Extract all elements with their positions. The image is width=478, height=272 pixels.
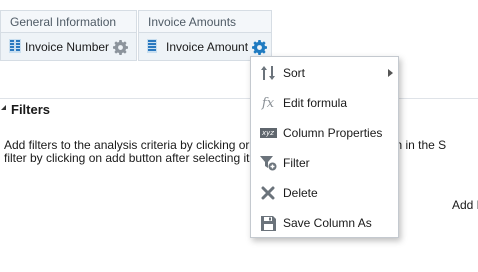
menu-item-label: Filter <box>283 156 310 170</box>
collapse-triangle-icon[interactable] <box>1 105 6 110</box>
column-properties-xyz-icon: xyz <box>258 123 278 143</box>
menu-item-save-column-as[interactable]: Save Column As <box>251 208 398 238</box>
filters-section-header[interactable]: Filters <box>0 98 478 120</box>
criteria-group-general-information: General Information Invoice Number <box>0 10 137 61</box>
criteria-column-invoice-number[interactable]: Invoice Number <box>9 38 129 56</box>
sort-icon <box>258 63 278 83</box>
criteria-column-label: Invoice Amount <box>166 40 249 54</box>
menu-item-label: Delete <box>283 186 318 200</box>
filters-title: Filters <box>11 102 51 117</box>
criteria-group-header: Invoice Amounts <box>139 11 271 33</box>
filters-help-line-2: filter by clicking on add button after s… <box>4 151 250 165</box>
menu-item-filter[interactable]: Filter <box>251 148 398 178</box>
gear-icon[interactable] <box>113 39 129 55</box>
measure-column-icon <box>147 38 157 56</box>
measure-column-icon <box>9 38 21 56</box>
criteria-column-label: Invoice Number <box>25 40 110 54</box>
menu-item-label: Column Properties <box>283 126 383 140</box>
gear-icon[interactable] <box>252 39 268 55</box>
filters-help-text: Add filters to the analysis criteria by … <box>4 139 478 165</box>
menu-item-label: Save Column As <box>283 216 372 230</box>
formula-fx-icon: fx <box>261 95 275 111</box>
menu-item-sort[interactable]: Sort <box>251 58 398 88</box>
filter-icon <box>258 153 278 173</box>
save-disk-icon <box>258 213 278 233</box>
selected-columns-pane: General Information Invoice Number Invoi… <box>0 10 273 61</box>
menu-item-delete[interactable]: Delete <box>251 178 398 208</box>
menu-item-label: Sort <box>283 66 306 80</box>
criteria-group-header: General Information <box>1 11 136 33</box>
filters-help-line-1: Add filters to the analysis criteria by … <box>4 138 250 152</box>
criteria-column-invoice-amount[interactable]: Invoice Amount <box>147 38 268 56</box>
criteria-group-invoice-amounts: Invoice Amounts Invoice Amount <box>138 10 272 61</box>
menu-item-edit-formula[interactable]: fx Edit formula <box>251 88 398 118</box>
delete-x-icon <box>258 183 278 203</box>
menu-item-label: Edit formula <box>283 96 348 110</box>
add-filter-link[interactable]: Add F <box>452 198 478 212</box>
submenu-arrow-icon <box>388 69 393 77</box>
menu-item-column-properties[interactable]: xyz Column Properties <box>251 118 398 148</box>
column-context-menu: Sort fx Edit formula xyz Column Properti… <box>250 56 399 238</box>
